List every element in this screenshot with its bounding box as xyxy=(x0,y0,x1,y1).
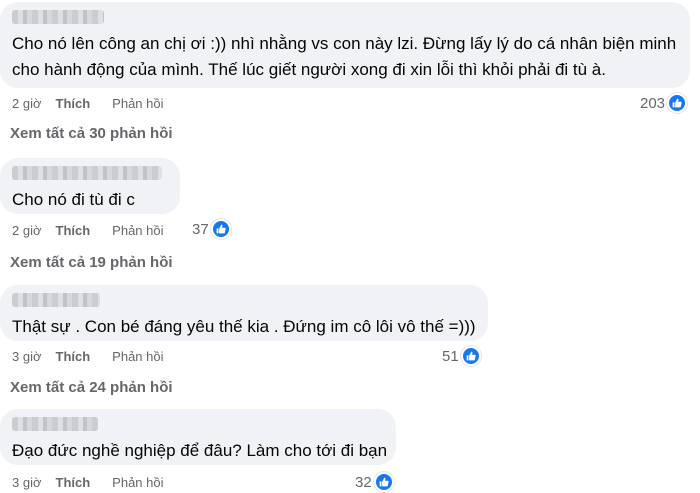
reaction-count: 32 xyxy=(355,473,372,491)
reaction-count: 51 xyxy=(442,347,459,365)
reaction-summary[interactable]: 51 xyxy=(442,346,481,366)
comment-time[interactable]: 3 giờ xyxy=(12,349,42,364)
comment-text: Cho nó lên công an chị ơi :)) nhì nhằng … xyxy=(12,34,677,53)
comment-time[interactable]: 3 giờ xyxy=(12,475,42,490)
reaction-summary[interactable]: 32 xyxy=(355,472,394,492)
reply-button[interactable]: Phản hồi xyxy=(112,475,163,490)
comment-text: Thật sự . Con bé đáng yêu thế kia . Đứng… xyxy=(12,317,476,336)
author-name-blurred[interactable] xyxy=(12,293,100,307)
view-replies-link[interactable]: Xem tất cả 24 phản hồi xyxy=(10,379,173,396)
reply-button[interactable]: Phản hồi xyxy=(112,96,163,111)
comment-bubble: Cho nó lên công an chị ơi :)) nhì nhằng … xyxy=(0,2,690,88)
view-replies-link[interactable]: Xem tất cả 19 phản hồi xyxy=(10,254,173,271)
comment-actions: 2 giờ Thích Phản hồi xyxy=(12,96,164,111)
reaction-summary[interactable]: 37 xyxy=(192,219,231,239)
like-button[interactable]: Thích xyxy=(56,475,91,490)
like-button[interactable]: Thích xyxy=(56,349,91,364)
comment-text: Đạo đức nghề nghiệp để đâu? Làm cho tới … xyxy=(12,441,388,460)
comment-bubble: Thật sự . Con bé đáng yêu thế kia . Đứng… xyxy=(0,285,488,341)
author-name-blurred[interactable] xyxy=(12,10,104,24)
view-replies-link[interactable]: Xem tất cả 30 phản hồi xyxy=(10,125,173,142)
comment-actions: 2 giờ Thích Phản hồi xyxy=(12,223,164,238)
like-button[interactable]: Thích xyxy=(56,96,91,111)
reaction-count: 37 xyxy=(192,220,209,238)
comment-actions: 3 giờ Thích Phản hồi xyxy=(12,349,164,364)
like-button[interactable]: Thích xyxy=(56,223,91,238)
reply-button[interactable]: Phản hồi xyxy=(112,223,163,238)
comment-actions: 3 giờ Thích Phản hồi xyxy=(12,475,164,490)
comment-time[interactable]: 2 giờ xyxy=(12,223,42,238)
comment-time[interactable]: 2 giờ xyxy=(12,96,42,111)
like-icon xyxy=(210,219,231,239)
author-name-blurred[interactable] xyxy=(12,417,98,431)
reaction-summary[interactable]: 203 xyxy=(640,93,688,113)
like-icon xyxy=(460,346,481,366)
like-icon xyxy=(667,93,688,113)
author-name-blurred[interactable] xyxy=(12,166,162,180)
comment-bubble: Cho nó đi tù đi c xyxy=(0,158,180,214)
comment-text: cho hành động của mình. Thế lúc giết ngư… xyxy=(12,60,606,79)
reply-button[interactable]: Phản hồi xyxy=(112,349,163,364)
comment-text: Cho nó đi tù đi c xyxy=(12,190,135,209)
reaction-count: 203 xyxy=(640,94,666,112)
comment-bubble: Đạo đức nghề nghiệp để đâu? Làm cho tới … xyxy=(0,409,396,465)
like-icon xyxy=(373,472,394,492)
